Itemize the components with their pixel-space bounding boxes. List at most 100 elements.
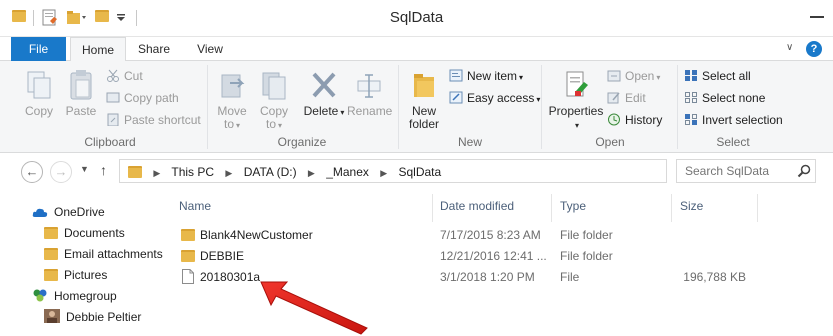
divider[interactable] (551, 194, 552, 222)
help-icon[interactable]: ? (806, 41, 822, 57)
file-size: 196,788 KB (683, 270, 746, 284)
recent-locations-chevron-icon[interactable]: ▼ (80, 164, 89, 174)
rename-button[interactable]: Rename (347, 69, 392, 118)
nav-item-pictures[interactable]: Pictures (44, 265, 107, 285)
divider (541, 65, 542, 149)
history-icon (607, 113, 621, 126)
column-header-date[interactable]: Date modified (440, 199, 514, 213)
copy-to-button[interactable]: Copy to ▾ (255, 69, 293, 132)
nav-item-homegroup[interactable]: Homegroup (32, 286, 117, 306)
delete-button[interactable]: Delete ▾ (303, 69, 345, 119)
tab-file[interactable]: File (11, 37, 66, 61)
paste-shortcut-button[interactable]: Paste shortcut (106, 113, 201, 127)
move-to-label-2: to (223, 117, 234, 131)
select-all-label: Select all (702, 69, 751, 83)
file-date: 7/17/2015 8:23 AM (440, 228, 541, 242)
minimize-button[interactable] (810, 16, 824, 18)
nav-item-documents[interactable]: Documents (44, 223, 125, 243)
folder-icon (44, 227, 58, 239)
select-none-button[interactable]: Select none (684, 91, 765, 105)
column-header-type[interactable]: Type (560, 199, 586, 213)
edit-button[interactable]: Edit (607, 91, 646, 105)
open-label: Open (625, 69, 655, 83)
folder-icon (44, 248, 58, 260)
copy-to-icon (262, 72, 286, 100)
properties-icon (566, 71, 588, 97)
nav-item-onedrive[interactable]: OneDrive (32, 202, 105, 222)
cloud-icon (32, 204, 48, 224)
column-header-name[interactable]: Name (179, 199, 211, 213)
paste-button[interactable]: Paste (62, 69, 100, 118)
column-header-size[interactable]: Size (680, 199, 703, 213)
crumb-sqldata[interactable]: SqlData (399, 165, 442, 179)
delete-label: Delete (303, 104, 339, 118)
forward-button[interactable]: → (50, 161, 72, 183)
new-folder-icon (414, 74, 434, 97)
divider[interactable] (757, 194, 758, 222)
crumb-this-pc[interactable]: This PC (171, 165, 214, 179)
nav-item-label: Email attachments (64, 247, 163, 261)
crumb-manex[interactable]: _Manex (326, 165, 369, 179)
divider (677, 65, 678, 149)
open-group-label: Open (595, 135, 625, 149)
address-bar[interactable]: ▶ This PC ▶ DATA (D:) ▶ _Manex ▶ SqlData… (119, 159, 771, 183)
open-icon (607, 69, 621, 82)
copy-button[interactable]: Copy (20, 69, 58, 118)
copy-path-icon (106, 91, 120, 104)
search-input[interactable] (677, 160, 789, 182)
nav-item-label: Debbie Peltier (66, 310, 142, 324)
cut-button[interactable]: Cut (106, 69, 143, 83)
delete-icon (312, 72, 336, 98)
new-folder-button[interactable]: New folder (403, 69, 445, 131)
easy-access-icon (449, 91, 463, 104)
divider (207, 65, 208, 149)
file-name: Blank4NewCustomer (200, 228, 313, 242)
new-item-icon (449, 69, 463, 82)
history-button[interactable]: History (607, 113, 662, 127)
folder-icon (44, 269, 58, 281)
invert-selection-button[interactable]: Invert selection (684, 113, 783, 127)
open-button[interactable]: Open ▾ (607, 69, 660, 85)
chevron-right-icon[interactable]: ▶ (308, 168, 315, 178)
table-row[interactable]: DEBBIE 12/21/2016 12:41 ... File folder (165, 245, 833, 266)
chevron-right-icon[interactable]: ▶ (380, 168, 387, 178)
edit-label: Edit (625, 91, 646, 105)
move-to-button[interactable]: Move to ▾ (213, 69, 251, 132)
scissors-icon (106, 69, 120, 82)
select-all-button[interactable]: Select all (684, 69, 751, 83)
search-icon[interactable] (797, 164, 811, 181)
table-row[interactable]: Blank4NewCustomer 7/17/2015 8:23 AM File… (165, 224, 833, 245)
user-avatar-icon (44, 309, 60, 329)
new-folder-label-2: folder (408, 117, 440, 131)
organize-group-label: Organize (277, 135, 327, 149)
new-item-button[interactable]: New item ▾ (449, 69, 523, 85)
chevron-right-icon[interactable]: ▶ (225, 168, 232, 178)
easy-access-label: Easy access (467, 91, 535, 105)
folder-icon (181, 229, 195, 244)
up-arrow-icon[interactable]: ↑ (100, 162, 107, 178)
new-folder-label-1: New (411, 104, 436, 118)
tab-share[interactable]: Share (130, 37, 178, 61)
divider[interactable] (432, 194, 433, 222)
copy-path-button[interactable]: Copy path (106, 91, 179, 105)
rename-icon (357, 74, 381, 98)
chevron-down-icon[interactable]: ∨ (786, 42, 793, 53)
file-type: File (560, 270, 580, 284)
easy-access-button[interactable]: Easy access ▾ (449, 91, 540, 107)
properties-button[interactable]: Properties ▾ (546, 69, 606, 132)
paste-label: Paste (65, 104, 97, 118)
paste-shortcut-icon (106, 113, 120, 127)
nav-item-debbie-peltier[interactable]: Debbie Peltier (44, 307, 141, 327)
nav-item-label: Homegroup (54, 289, 117, 303)
search-box[interactable] (676, 159, 816, 183)
clipboard-icon (70, 70, 92, 100)
breadcrumb: ▶ This PC ▶ DATA (D:) ▶ _Manex ▶ SqlData (128, 165, 441, 179)
nav-item-email-attachments[interactable]: Email attachments (44, 244, 163, 264)
clipboard-group-label: Clipboard (84, 135, 136, 149)
crumb-data-drive[interactable]: DATA (D:) (244, 165, 297, 179)
tab-home[interactable]: Home (70, 37, 126, 62)
divider[interactable] (671, 194, 672, 222)
back-button[interactable]: ← (21, 161, 43, 183)
copy-path-label: Copy path (124, 91, 179, 105)
tab-view[interactable]: View (186, 37, 234, 61)
